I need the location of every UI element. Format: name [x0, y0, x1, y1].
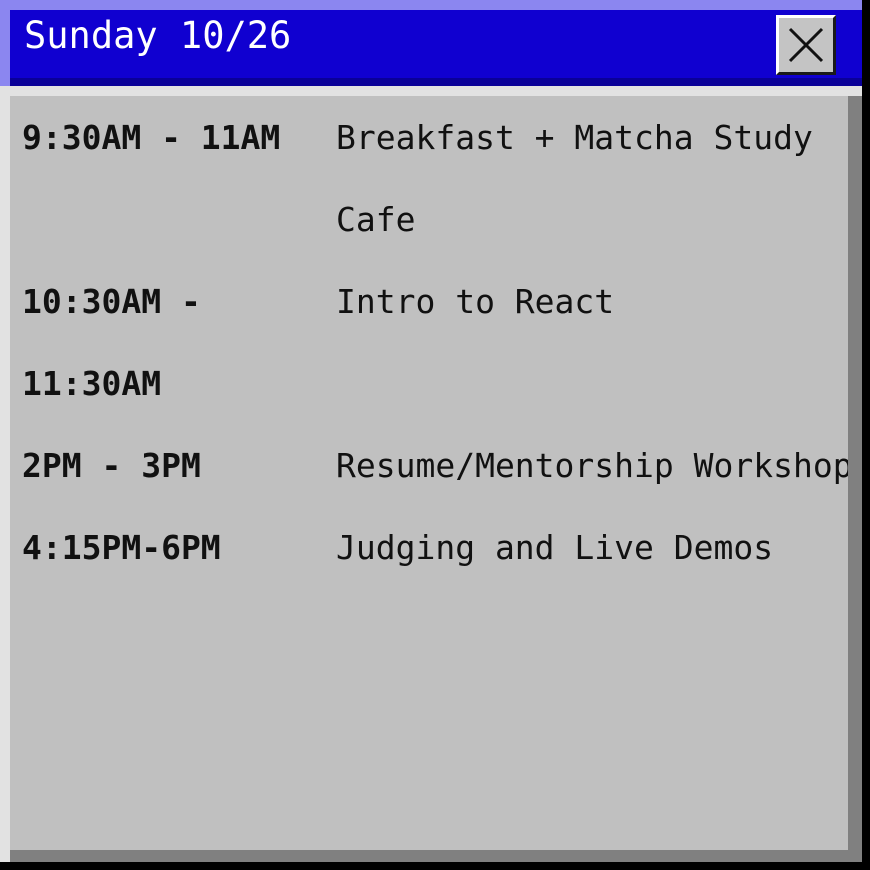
window-title: Sunday 10/26	[24, 14, 292, 57]
close-icon	[788, 27, 824, 63]
schedule-time: 9:30AM - 11AM	[22, 118, 281, 157]
schedule-time-continued: 11:30AM	[22, 364, 162, 403]
window-shadow-right	[848, 96, 862, 862]
schedule-event: Breakfast + Matcha Study	[336, 118, 813, 157]
schedule-window: Sunday 10/26 9:30AM - 11AM Breakfast + M…	[0, 0, 862, 862]
schedule-event-continued: Cafe	[336, 200, 416, 239]
window-shadow-bottom	[10, 850, 862, 862]
schedule-event: Judging and Live Demos	[336, 528, 774, 567]
schedule-event: Intro to React	[336, 282, 615, 321]
schedule-content: 9:30AM - 11AM Breakfast + Matcha Study C…	[10, 96, 848, 850]
title-bar-edge	[0, 0, 10, 86]
schedule-time: 10:30AM -	[22, 282, 201, 321]
schedule-time: 4:15PM-6PM	[22, 528, 221, 567]
schedule-time: 2PM - 3PM	[22, 446, 201, 485]
close-button[interactable]	[776, 15, 836, 75]
schedule-event: Resume/Mentorship Workshop	[336, 446, 848, 485]
